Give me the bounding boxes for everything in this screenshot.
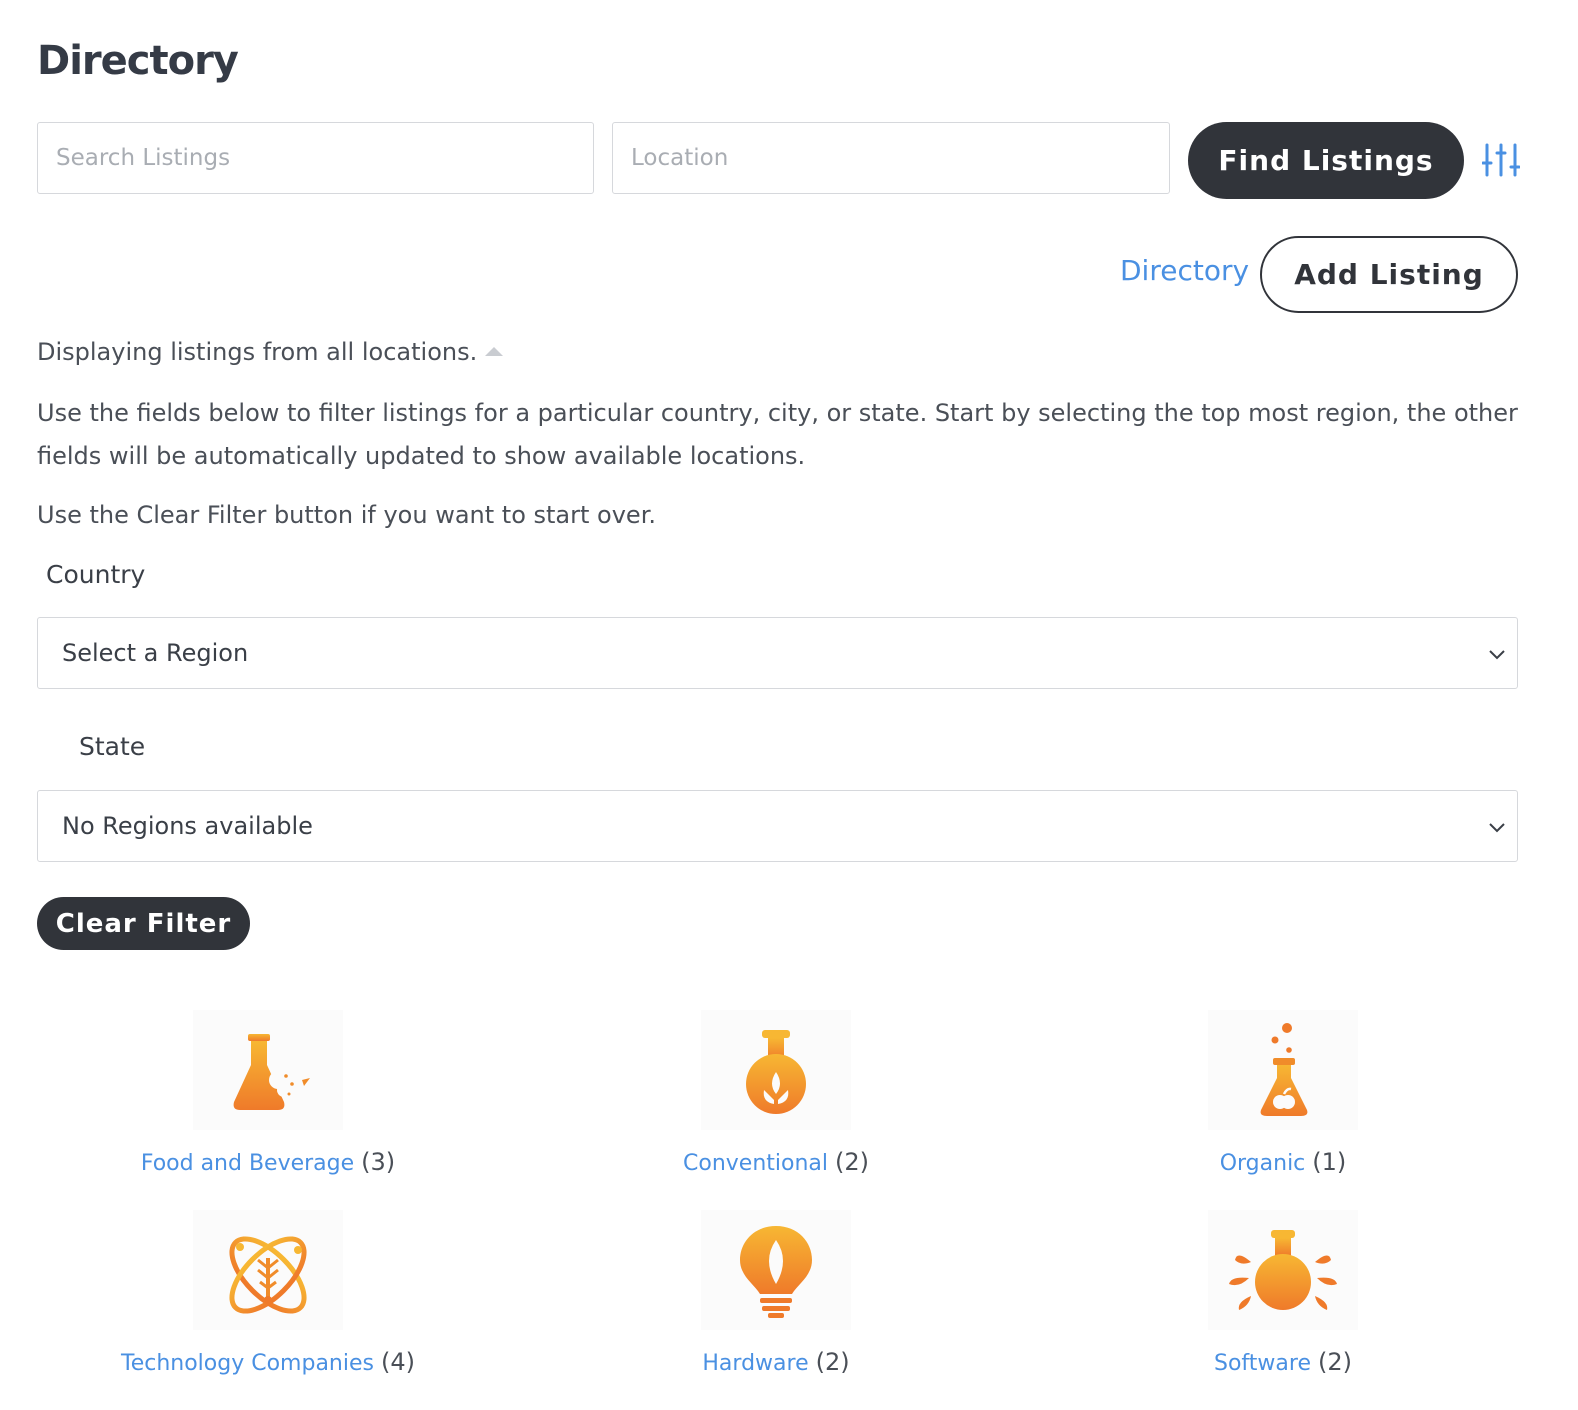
country-select[interactable]: Select a Region: [37, 617, 1518, 689]
flask-sprout-icon: [746, 1030, 806, 1114]
category-item[interactable]: Technology Companies (4): [18, 1210, 518, 1376]
add-listing-button[interactable]: Add Listing: [1260, 236, 1518, 313]
directory-link[interactable]: Directory: [1120, 254, 1249, 287]
category-caption: Hardware (2): [526, 1348, 1026, 1376]
page-title: Directory: [37, 38, 239, 84]
category-count: (3): [361, 1148, 396, 1176]
flask-food-icon: [233, 1034, 310, 1110]
category-caption: Technology Companies (4): [18, 1348, 518, 1376]
category-count: (2): [1317, 1348, 1352, 1376]
category-count: (4): [380, 1348, 415, 1376]
filter-sliders-icon[interactable]: [1482, 143, 1520, 177]
location-input[interactable]: [612, 122, 1170, 194]
location-status-text: Displaying listings from all locations.: [37, 338, 478, 366]
collapse-caret-icon[interactable]: [485, 346, 504, 356]
atom-plant-icon: [229, 1236, 307, 1314]
filter-instructions: Use the fields below to filter listings …: [37, 399, 1518, 470]
find-listings-button[interactable]: Find Listings: [1188, 122, 1464, 199]
state-select[interactable]: No Regions available: [37, 790, 1518, 862]
category-link[interactable]: Technology Companies: [121, 1351, 374, 1376]
category-link[interactable]: Organic: [1220, 1151, 1306, 1176]
category-link[interactable]: Conventional: [683, 1151, 828, 1176]
state-label: State: [79, 732, 146, 761]
category-icon-box[interactable]: [701, 1010, 851, 1130]
country-label: Country: [46, 560, 146, 589]
state-select-value: No Regions available: [62, 812, 313, 840]
category-item[interactable]: Food and Beverage (3): [18, 1010, 518, 1176]
location-status: Displaying listings from all locations.: [37, 330, 504, 374]
category-icon-box[interactable]: [193, 1010, 343, 1130]
category-count: (2): [815, 1348, 850, 1376]
category-icon-box[interactable]: [1208, 1210, 1358, 1330]
category-link[interactable]: Software: [1214, 1351, 1311, 1376]
category-link[interactable]: Food and Beverage: [141, 1151, 354, 1176]
lightbulb-leaf-icon: [740, 1226, 812, 1318]
category-item[interactable]: Conventional (2): [526, 1010, 1026, 1176]
category-item[interactable]: Hardware (2): [526, 1210, 1026, 1376]
category-caption: Conventional (2): [526, 1148, 1026, 1176]
category-caption: Organic (1): [1033, 1148, 1533, 1176]
search-input[interactable]: [37, 122, 594, 194]
clear-filter-hint: Use the Clear Filter button if you want …: [37, 501, 656, 529]
flask-leaves-icon: [1229, 1230, 1337, 1310]
category-icon-box[interactable]: [1208, 1010, 1358, 1130]
country-select-value: Select a Region: [62, 639, 249, 667]
category-icon-box[interactable]: [701, 1210, 851, 1330]
category-icon-box[interactable]: [193, 1210, 343, 1330]
category-item[interactable]: Organic (1): [1033, 1010, 1533, 1176]
category-count: (2): [835, 1148, 869, 1176]
category-caption: Software (2): [1033, 1348, 1533, 1376]
chevron-down-icon: [1489, 823, 1505, 833]
clear-filter-button[interactable]: Clear Filter: [37, 897, 250, 950]
chevron-down-icon: [1489, 650, 1505, 660]
category-item[interactable]: Software (2): [1033, 1210, 1533, 1376]
category-caption: Food and Beverage (3): [18, 1148, 518, 1176]
category-count: (1): [1312, 1148, 1347, 1176]
flask-apple-icon: [1260, 1023, 1308, 1116]
category-link[interactable]: Hardware: [702, 1351, 808, 1376]
